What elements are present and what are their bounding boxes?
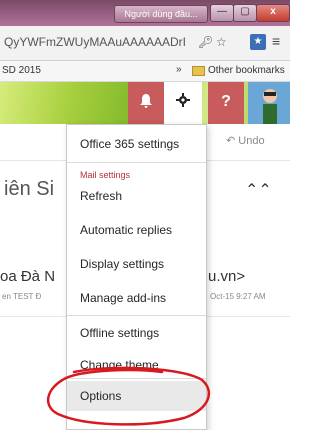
help-button[interactable]: ?: [208, 82, 244, 124]
menu-divider: [67, 162, 206, 163]
menu-divider: [67, 315, 206, 316]
extension-icon[interactable]: ★: [250, 34, 266, 50]
annotation-circle: [46, 366, 211, 426]
profile-chip[interactable]: Người dùng đầu...: [114, 5, 208, 23]
browser-title-bar: Người dùng đầu... — ▢ x: [0, 0, 290, 26]
minimize-button[interactable]: —: [210, 4, 234, 22]
bell-icon: [128, 93, 164, 114]
collapse-chevron-icon[interactable]: ⌃⌃: [245, 180, 272, 200]
message-email: u.vn>: [208, 268, 246, 285]
undo-button[interactable]: ↶ Undo: [226, 134, 265, 147]
folder-icon: [192, 66, 205, 76]
menu-item-refresh[interactable]: Refresh: [67, 181, 206, 211]
settings-button[interactable]: [164, 82, 202, 124]
url-field[interactable]: QyYWFmZWUyMAAuAAAAAADrI: [4, 35, 186, 49]
menu-item-manage-add-ins[interactable]: Manage add-ins: [67, 283, 206, 313]
hamburger-menu-icon[interactable]: ≡: [272, 33, 280, 49]
menu-item-display-settings[interactable]: Display settings: [67, 249, 206, 279]
menu-section-mail-settings: Mail settings: [80, 170, 131, 180]
other-bookmarks[interactable]: Other bookmarks: [208, 65, 285, 76]
avatar[interactable]: [248, 82, 290, 124]
bookmark-item[interactable]: SD 2015: [2, 65, 41, 76]
address-bar: QyYWFmZWUyMAAuAAAAAADrI 🔑︎ ☆ ★ ≡: [0, 26, 290, 61]
maximize-button[interactable]: ▢: [233, 4, 257, 22]
avatar-icon: [263, 89, 277, 124]
gear-icon: [164, 93, 202, 112]
star-icon[interactable]: ☆: [216, 35, 227, 49]
message-sender: oa Đà N: [0, 268, 56, 285]
menu-item-offline-settings[interactable]: Offline settings: [67, 318, 206, 348]
bookmarks-overflow-chevron[interactable]: »: [176, 64, 182, 75]
message-date: Oct-15 9:27 AM: [210, 292, 266, 301]
help-icon: ?: [221, 93, 231, 110]
menu-item-automatic-replies[interactable]: Automatic replies: [67, 215, 206, 245]
bookmarks-bar: SD 2015 » Other bookmarks: [0, 61, 290, 82]
undo-label: Undo: [238, 135, 265, 147]
outlook-header: ?: [0, 82, 290, 124]
message-recipient: en TEST Đ: [2, 292, 42, 301]
notifications-button[interactable]: [128, 82, 164, 124]
menu-item-office365-settings[interactable]: Office 365 settings: [67, 129, 206, 159]
key-icon[interactable]: 🔑︎: [198, 35, 213, 49]
close-button[interactable]: x: [256, 4, 290, 22]
page-title: iên Si: [4, 178, 55, 200]
